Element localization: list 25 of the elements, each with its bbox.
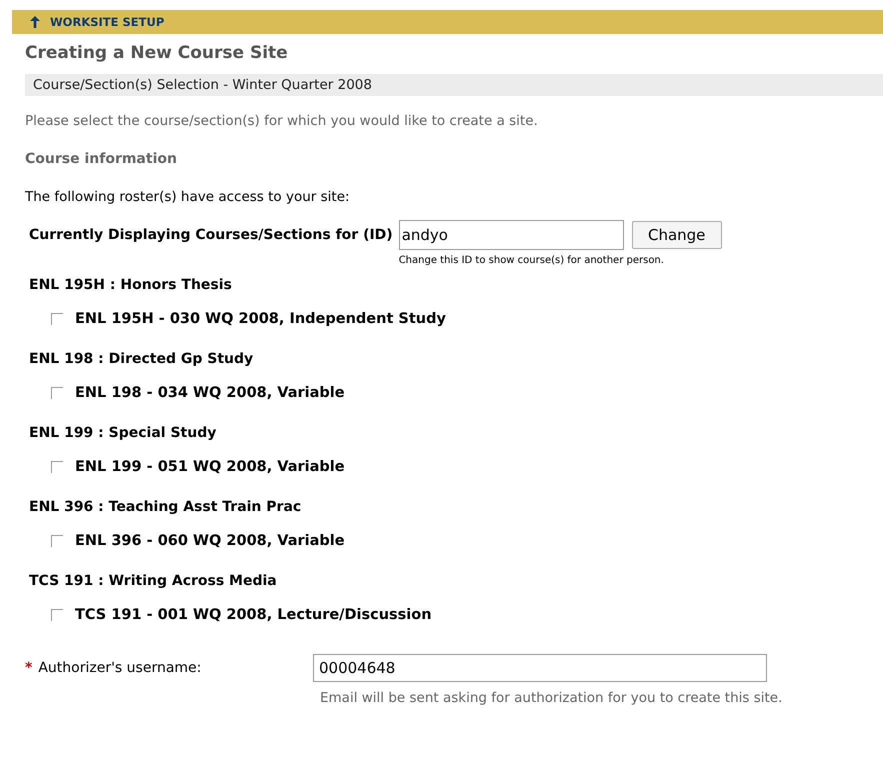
section-label: ENL 199 - 051 WQ 2008, Variable [75,459,345,475]
id-input-field[interactable]: andyo [398,220,624,250]
change-button[interactable]: Change [632,221,722,249]
course-title: ENL 195H : Honors Thesis [29,276,233,295]
section-label: TCS 191 - 001 WQ 2008, Lecture/Discussion [75,607,432,623]
authorizer-input-field[interactable]: 00004648 [313,654,767,682]
section-heading: Course information [25,151,178,169]
course-title: TCS 191 : Writing Across Media [29,572,278,591]
tool-title[interactable]: WORKSITE SETUP [50,15,164,29]
section-label: ENL 198 - 034 WQ 2008, Variable [75,385,345,401]
course-title: ENL 396 : Teaching Asst Train Prac [29,498,302,517]
course-title: ENL 199 : Special Study [29,424,218,443]
required-mark: * [25,660,32,676]
instructions-text: Please select the course/section(s) for which you would like to create a site. [25,113,539,131]
up-arrow-icon[interactable] [30,16,40,28]
roster-note: The following roster(s) have access to your site: [25,189,351,207]
section-label: ENL 396 - 060 WQ 2008, Variable [75,533,345,549]
page-title: Creating a New Course Site [25,42,289,65]
id-hint: Change this ID to show course(s) for another person. [398,255,665,266]
step-header: Course/Section(s) Selection - Winter Quarter 2008 [25,74,883,96]
id-label: Currently Displaying Courses/Sections for (ID) [29,227,393,245]
authorizer-hint: Email will be sent asking for authorization for you to create this site. [320,690,784,706]
section-label: ENL 195H - 030 WQ 2008, Independent Study [75,311,446,327]
authorizer-label: Authorizer's username: [38,660,202,676]
course-title: ENL 198 : Directed Gp Study [29,350,254,369]
